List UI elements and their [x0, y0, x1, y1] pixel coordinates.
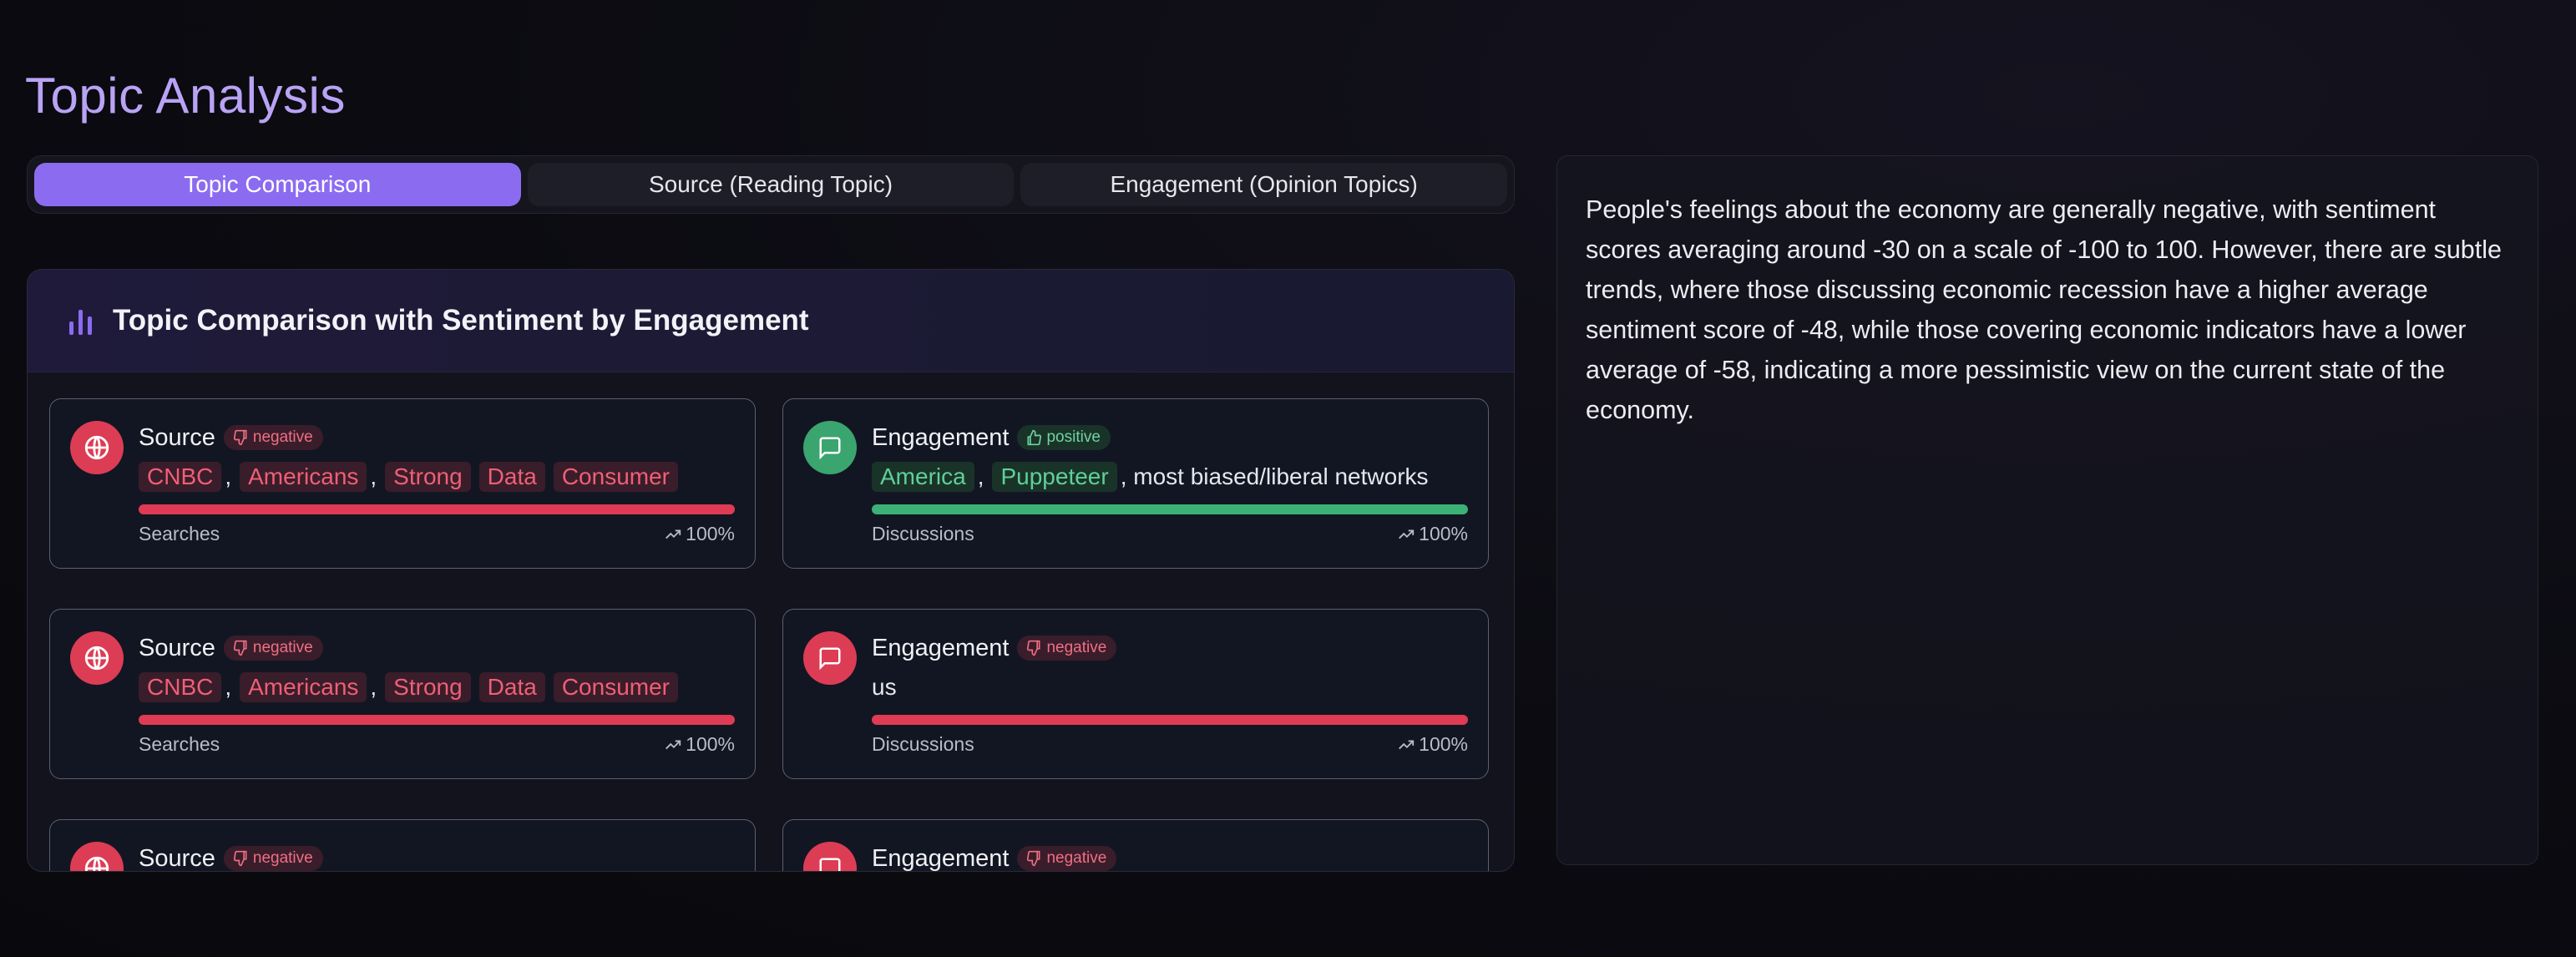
topic-card-source[interactable]: Source negative CNBC, Americans, Strong … — [49, 609, 756, 779]
sentiment-badge: negative — [1017, 635, 1117, 661]
message-icon — [803, 421, 857, 474]
keyword[interactable]: Strong — [385, 462, 471, 492]
card-type: Source — [139, 634, 215, 661]
keyword[interactable]: Data — [478, 672, 545, 702]
keyword[interactable]: Data — [478, 462, 545, 492]
sentiment-bar — [872, 504, 1468, 514]
metric-label: Searches — [139, 523, 220, 544]
trending-up-icon — [1399, 529, 1415, 539]
thumbs-down-icon — [233, 429, 247, 446]
sentiment-badge: negative — [223, 846, 323, 871]
globe-icon — [70, 842, 124, 871]
topic-comparison-panel: Topic Comparison with Sentiment by Engag… — [27, 269, 1515, 872]
message-icon — [803, 842, 857, 871]
card-type: Engagement — [872, 423, 1010, 451]
keyword[interactable]: CNBC — [139, 462, 222, 492]
card-type: Engagement — [872, 634, 1010, 661]
sentiment-bar — [872, 715, 1468, 725]
keyword[interactable]: Americans — [240, 672, 367, 702]
summary-text: People's feelings about the economy are … — [1586, 195, 2502, 424]
tab-source-reading-topic[interactable]: Source (Reading Topic) — [527, 163, 1015, 206]
tab-bar: Topic Comparison Source (Reading Topic) … — [27, 155, 1515, 214]
sentiment-badge: positive — [1017, 425, 1111, 450]
metric-percent: 100% — [1397, 733, 1468, 756]
keyword[interactable]: Strong — [385, 672, 471, 702]
message-icon — [803, 631, 857, 685]
sentiment-badge: negative — [1017, 846, 1117, 871]
metric-label: Discussions — [872, 733, 974, 755]
keyword[interactable]: Consumer — [553, 462, 678, 492]
sentiment-badge: negative — [223, 425, 323, 450]
thumbs-down-icon — [1027, 640, 1040, 656]
keyword-list: us — [872, 670, 1468, 705]
metric-percent: 100% — [1397, 523, 1468, 545]
keyword-extra-text: , most biased/liberal networks — [1120, 463, 1429, 489]
trending-up-icon — [1399, 740, 1415, 749]
keyword-list: America, Puppeteer , most biased/liberal… — [872, 459, 1468, 494]
thumbs-up-icon — [1027, 429, 1042, 446]
sentiment-badge: negative — [223, 635, 323, 661]
tab-engagement-opinion-topics[interactable]: Engagement (Opinion Topics) — [1020, 163, 1508, 206]
metric-percent: 100% — [664, 523, 735, 545]
topic-card-engagement[interactable]: Engagement negative us Discussions 100% — [782, 609, 1489, 779]
topic-card-source[interactable]: Source negative — [49, 819, 756, 872]
card-type: Source — [139, 423, 215, 451]
metric-percent: 100% — [664, 733, 735, 756]
trending-up-icon — [666, 740, 681, 749]
card-type: Source — [139, 844, 215, 872]
page-title: Topic Analysis — [25, 68, 346, 124]
keyword[interactable]: Consumer — [553, 672, 678, 702]
panel-title: Topic Comparison with Sentiment by Engag… — [113, 304, 809, 337]
globe-icon — [70, 421, 124, 474]
keyword-list: CNBC, Americans, Strong Data Consumer — [139, 459, 735, 494]
metric-label: Discussions — [872, 523, 974, 544]
thumbs-down-icon — [233, 640, 247, 656]
topic-card-engagement[interactable]: Engagement negative — [782, 819, 1489, 872]
topic-card-source[interactable]: Source negative CNBC, Americans, Strong … — [49, 398, 756, 569]
bar-chart-icon — [69, 306, 98, 335]
topic-card-engagement[interactable]: Engagement positive America, Puppeteer ,… — [782, 398, 1489, 569]
panel-header: Topic Comparison with Sentiment by Engag… — [28, 270, 1514, 372]
summary-panel: People's feelings about the economy are … — [1556, 155, 2538, 865]
sentiment-bar — [139, 504, 735, 514]
globe-icon — [70, 631, 124, 685]
card-type: Engagement — [872, 844, 1010, 872]
sentiment-bar — [139, 715, 735, 725]
keyword[interactable]: Americans — [240, 462, 367, 492]
thumbs-down-icon — [1027, 850, 1040, 867]
keyword-list: CNBC, Americans, Strong Data Consumer — [139, 670, 735, 705]
tab-topic-comparison[interactable]: Topic Comparison — [34, 163, 521, 206]
topic-text: us — [872, 674, 897, 700]
trending-up-icon — [666, 529, 681, 539]
keyword[interactable]: America — [872, 462, 974, 492]
keyword[interactable]: Puppeteer — [992, 462, 1117, 492]
metric-label: Searches — [139, 733, 220, 755]
card-grid: Source negative CNBC, Americans, Strong … — [49, 398, 1489, 872]
keyword[interactable]: CNBC — [139, 672, 222, 702]
thumbs-down-icon — [233, 850, 247, 867]
